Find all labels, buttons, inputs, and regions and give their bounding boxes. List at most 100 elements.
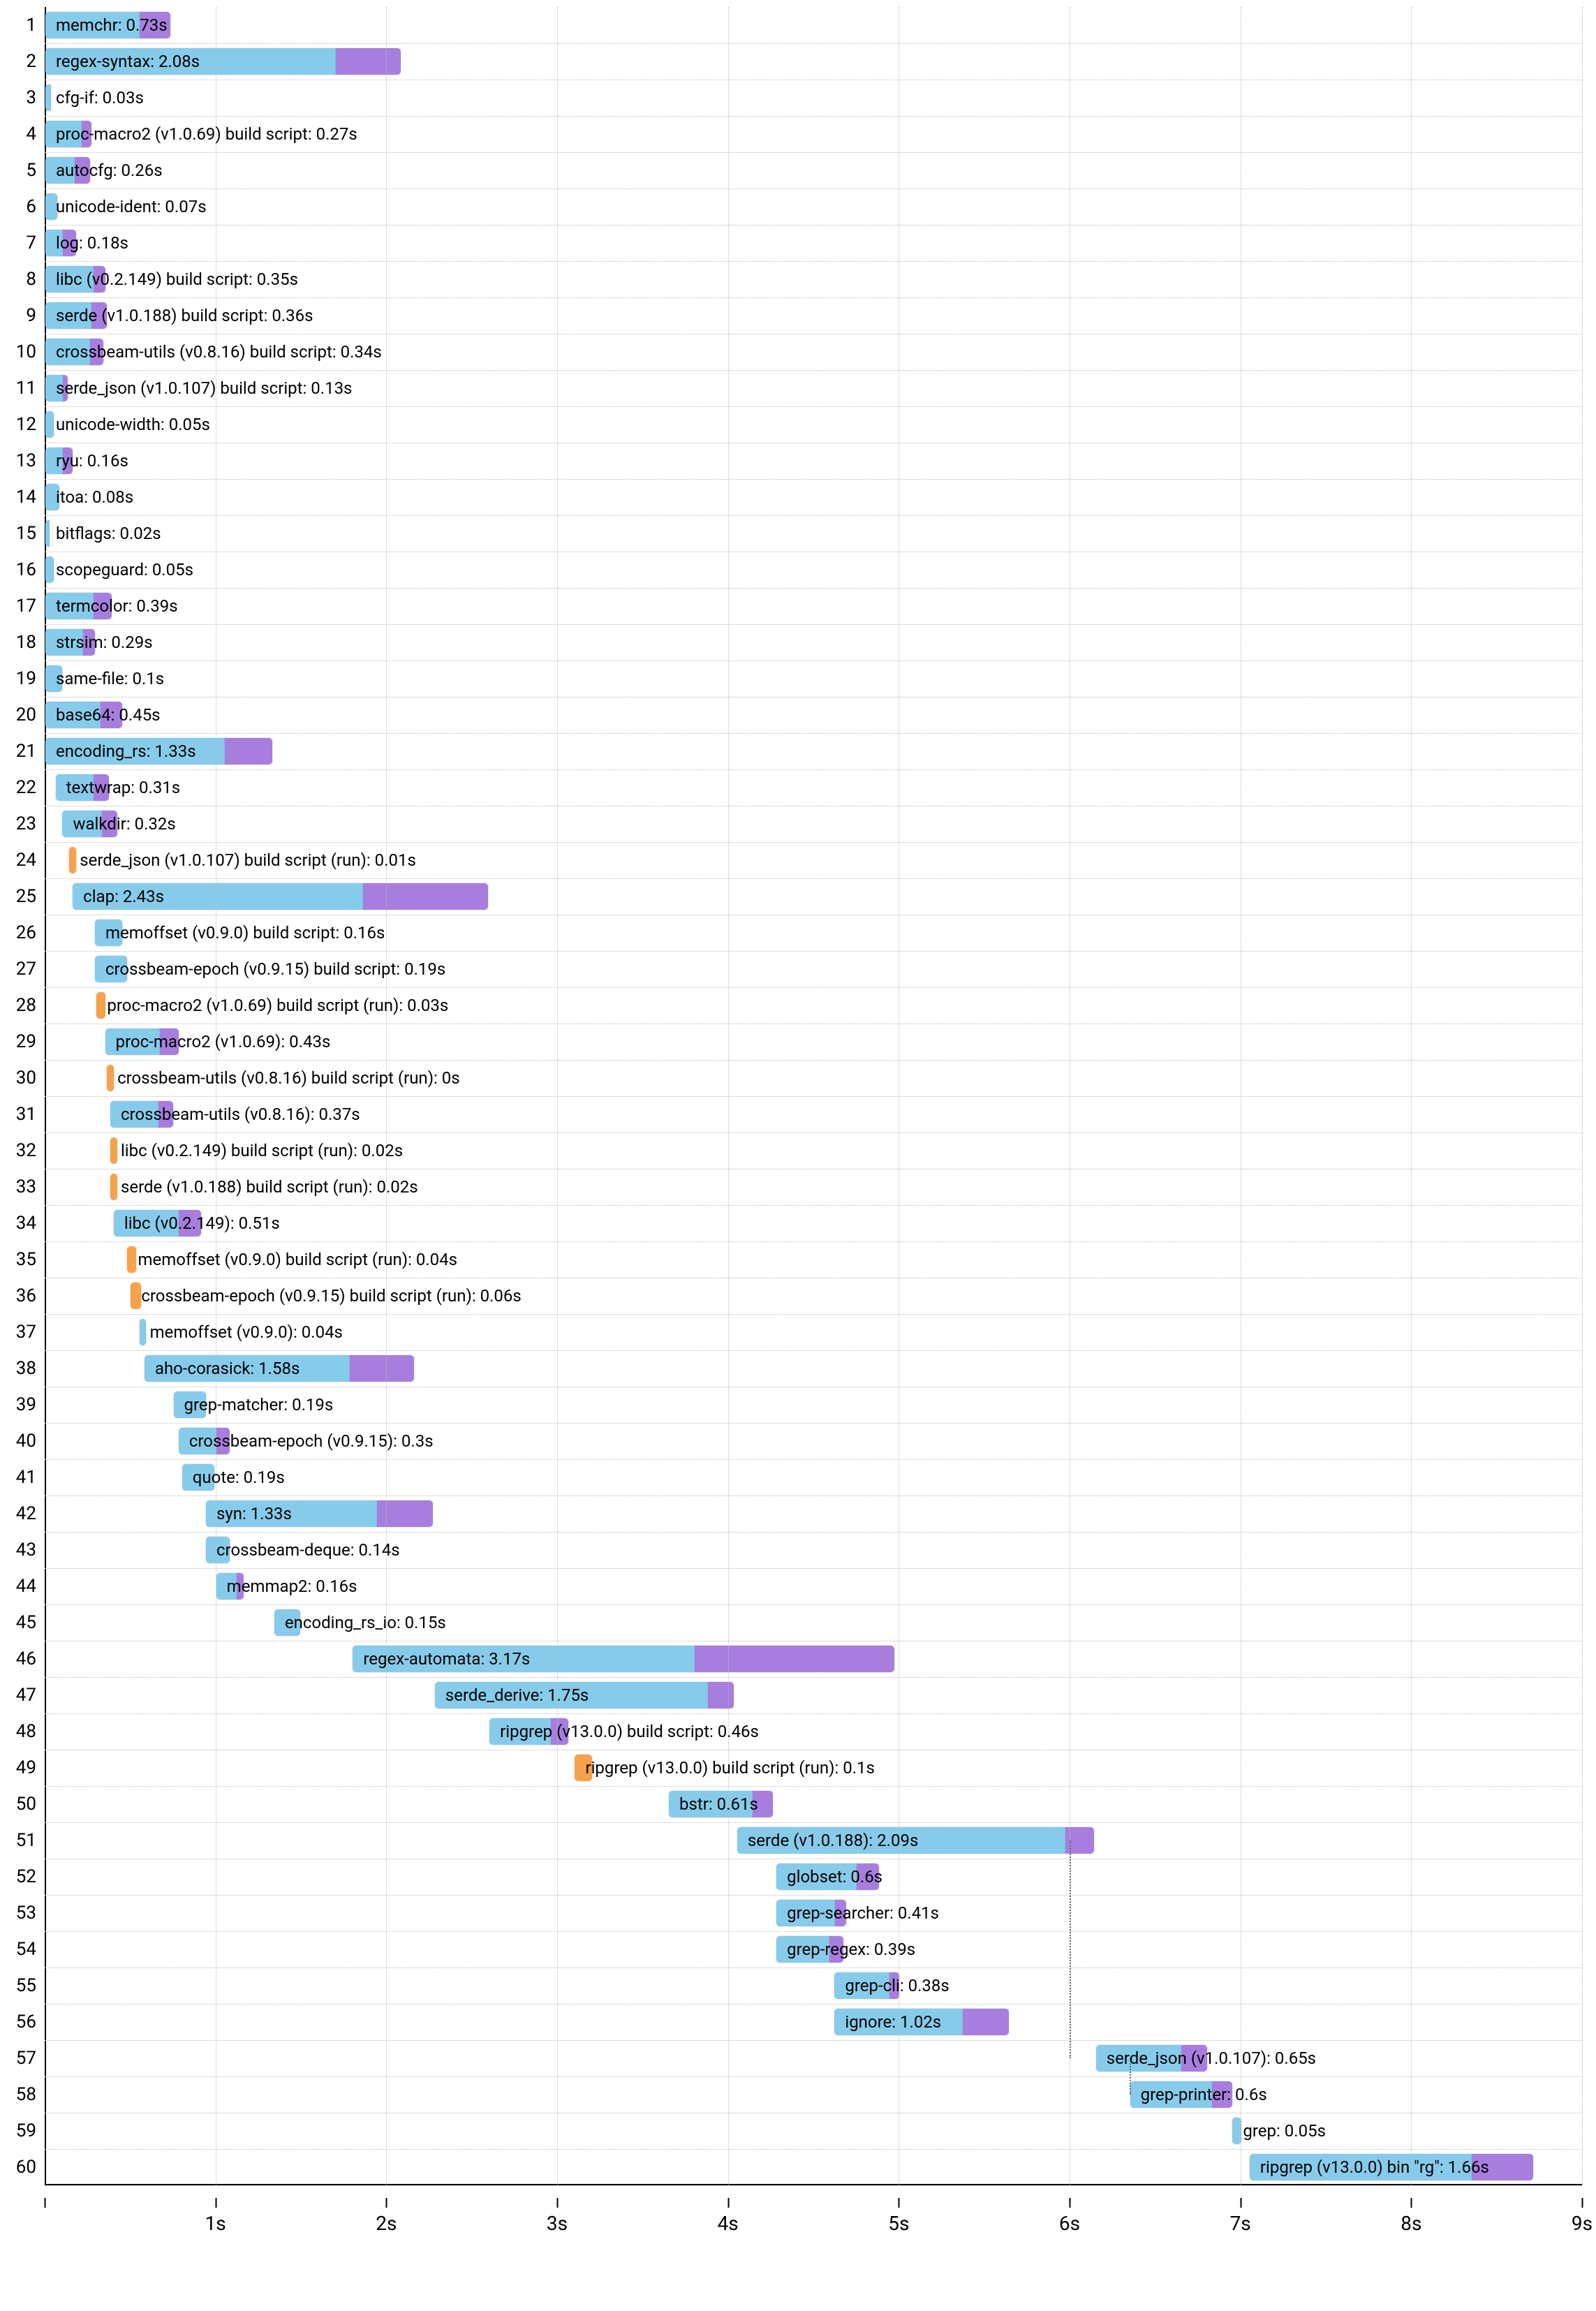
tick-mark bbox=[727, 2198, 729, 2208]
bar-label: memchr: 0.73s bbox=[49, 7, 168, 43]
bar-label: serde_json (v1.0.107) build script (run)… bbox=[73, 842, 416, 878]
bar-label: serde (v1.0.188): 2.09s bbox=[741, 1822, 918, 1859]
timeline-row: 42syn: 1.33s bbox=[45, 1496, 1582, 1533]
x-ticks: 1s2s3s4s5s6s7s8s9s bbox=[45, 2212, 1582, 2248]
timeline-row: 46regex-automata: 3.17s bbox=[45, 1641, 1582, 1678]
row-number: 44 bbox=[0, 1568, 36, 1604]
row-number: 4 bbox=[0, 116, 36, 152]
timeline-row: 16scopeguard: 0.05s bbox=[45, 552, 1582, 589]
bar-label: regex-automata: 3.17s bbox=[356, 1641, 530, 1677]
bar-label: proc-macro2 (v1.0.69) build script (run)… bbox=[100, 987, 448, 1024]
row-number: 49 bbox=[0, 1750, 36, 1786]
bar-label: regex-syntax: 2.08s bbox=[49, 43, 200, 80]
row-number: 25 bbox=[0, 878, 36, 915]
timeline-row: 54grep-regex: 0.39s bbox=[45, 1931, 1582, 1968]
row-number: 15 bbox=[0, 515, 36, 552]
row-number: 7 bbox=[0, 225, 36, 261]
bar-label: strsim: 0.29s bbox=[49, 624, 153, 660]
row-number: 57 bbox=[0, 2040, 36, 2076]
x-tick-label: 4s bbox=[718, 2212, 739, 2235]
bar-label: bitflags: 0.02s bbox=[49, 515, 161, 552]
row-number: 41 bbox=[0, 1459, 36, 1496]
x-tick-label: 8s bbox=[1401, 2212, 1421, 2235]
row-number: 50 bbox=[0, 1786, 36, 1822]
timeline-row: 13ryu: 0.16s bbox=[45, 443, 1582, 480]
timeline-row: 29proc-macro2 (v1.0.69): 0.43s bbox=[45, 1024, 1582, 1061]
timeline-row: 23walkdir: 0.32s bbox=[45, 806, 1582, 843]
bar-segment-purple bbox=[350, 1355, 415, 1382]
timeline-row: 25clap: 2.43s bbox=[45, 878, 1582, 915]
timeline-row: 59grep: 0.05s bbox=[45, 2113, 1582, 2150]
bar-label: walkdir: 0.32s bbox=[66, 806, 175, 842]
timeline-row: 56ignore: 1.02s bbox=[45, 2004, 1582, 2041]
timeline-row: 2regex-syntax: 2.08s bbox=[45, 43, 1582, 80]
row-number: 2 bbox=[0, 43, 36, 80]
bar-label: same-file: 0.1s bbox=[49, 660, 164, 697]
bar-label: quote: 0.19s bbox=[186, 1459, 285, 1496]
timeline-row: 10crossbeam-utils (v0.8.16) build script… bbox=[45, 334, 1582, 371]
timeline-row: 27crossbeam-epoch (v0.9.15) build script… bbox=[45, 951, 1582, 988]
bar-label: serde (v1.0.188) build script: 0.36s bbox=[49, 297, 313, 334]
grid-line bbox=[386, 7, 387, 2185]
bar-label: serde_derive: 1.75s bbox=[438, 1677, 589, 1713]
row-number: 37 bbox=[0, 1314, 36, 1350]
x-tick-label: 2s bbox=[376, 2212, 397, 2235]
bar-label: libc (v0.2.149) build script (run): 0.02… bbox=[114, 1132, 403, 1169]
bar-label: grep: 0.05s bbox=[1236, 2113, 1326, 2149]
bar-label: proc-macro2 (v1.0.69): 0.43s bbox=[109, 1024, 331, 1060]
bar-label: memoffset (v0.9.0): 0.04s bbox=[143, 1314, 343, 1350]
bar-label: libc (v0.2.149) build script: 0.35s bbox=[49, 261, 298, 297]
row-number: 8 bbox=[0, 261, 36, 297]
row-number: 51 bbox=[0, 1822, 36, 1859]
tick-mark bbox=[45, 2198, 46, 2208]
gantt-rows: 1memchr: 0.73s2regex-syntax: 2.08s3cfg-i… bbox=[45, 7, 1582, 2185]
tick-mark bbox=[557, 2198, 559, 2208]
bar-segment-purple bbox=[363, 883, 487, 910]
row-number: 58 bbox=[0, 2076, 36, 2113]
bar-segment-purple bbox=[963, 2009, 1009, 2035]
bar-label: ripgrep (v13.0.0) build script (run): 0.… bbox=[578, 1750, 874, 1786]
bar-label: encoding_rs_io: 0.15s bbox=[278, 1604, 446, 1641]
row-number: 54 bbox=[0, 1931, 36, 1967]
timeline-row: 17termcolor: 0.39s bbox=[45, 588, 1582, 625]
row-number: 34 bbox=[0, 1205, 36, 1241]
row-number: 10 bbox=[0, 334, 36, 370]
row-number: 33 bbox=[0, 1169, 36, 1205]
bar-label: clap: 2.43s bbox=[76, 878, 164, 915]
timeline-row: 52globset: 0.6s bbox=[45, 1859, 1582, 1896]
bar-label: serde_json (v1.0.107) build script: 0.13… bbox=[49, 370, 352, 406]
row-number: 42 bbox=[0, 1496, 36, 1532]
row-number: 3 bbox=[0, 80, 36, 116]
bar-segment-purple bbox=[225, 738, 272, 765]
bar-label: log: 0.18s bbox=[49, 225, 128, 261]
bar-label: memmap2: 0.16s bbox=[220, 1568, 357, 1604]
bar-label: libc (v0.2.149): 0.51s bbox=[117, 1205, 280, 1241]
bar-label: crossbeam-deque: 0.14s bbox=[209, 1532, 400, 1568]
bar-label: ripgrep (v13.0.0) build script: 0.46s bbox=[493, 1713, 759, 1750]
timeline-row: 12unicode-width: 0.05s bbox=[45, 406, 1582, 443]
timeline-row: 57serde_json (v1.0.107): 0.65s bbox=[45, 2040, 1582, 2077]
bar-label: memoffset (v0.9.0) build script (run): 0… bbox=[131, 1241, 457, 1278]
row-number: 21 bbox=[0, 733, 36, 769]
bar-label: crossbeam-epoch (v0.9.15): 0.3s bbox=[182, 1423, 434, 1459]
row-number: 5 bbox=[0, 152, 36, 189]
tick-mark bbox=[1070, 2198, 1071, 2208]
timeline-row: 30crossbeam-utils (v0.8.16) build script… bbox=[45, 1060, 1582, 1097]
bar-label: cfg-if: 0.03s bbox=[49, 80, 144, 116]
timeline-row: 48ripgrep (v13.0.0) build script: 0.46s bbox=[45, 1713, 1582, 1750]
row-number: 16 bbox=[0, 552, 36, 588]
timeline-row: 20base64: 0.45s bbox=[45, 697, 1582, 734]
timeline-row: 40crossbeam-epoch (v0.9.15): 0.3s bbox=[45, 1423, 1582, 1460]
grid-line bbox=[1582, 7, 1583, 2185]
timeline-row: 6unicode-ident: 0.07s bbox=[45, 189, 1582, 226]
timeline-row: 15bitflags: 0.02s bbox=[45, 515, 1582, 552]
bar-label: autocfg: 0.26s bbox=[49, 152, 163, 189]
timeline-row: 41quote: 0.19s bbox=[45, 1459, 1582, 1496]
x-tick-label: 9s bbox=[1572, 2212, 1593, 2235]
bar-label: aho-corasick: 1.58s bbox=[148, 1350, 300, 1387]
bar-label: proc-macro2 (v1.0.69) build script: 0.27… bbox=[49, 116, 357, 152]
row-number: 47 bbox=[0, 1677, 36, 1713]
row-number: 40 bbox=[0, 1423, 36, 1459]
row-number: 13 bbox=[0, 443, 36, 479]
row-number: 6 bbox=[0, 189, 36, 225]
